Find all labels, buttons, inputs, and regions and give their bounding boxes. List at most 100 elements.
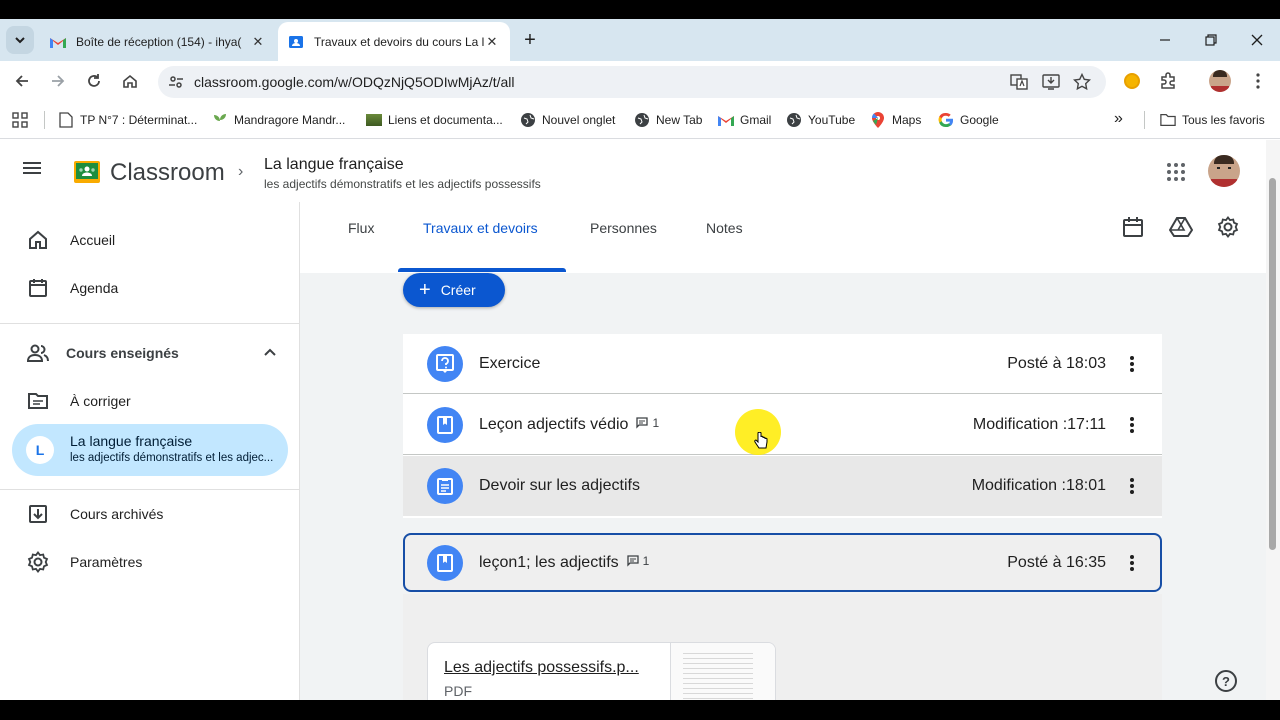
bookmark-item[interactable]: Mandragore Mandr...: [212, 112, 345, 128]
more-bookmarks-button[interactable]: »: [1114, 110, 1123, 128]
more-vert-icon: [1256, 73, 1260, 89]
new-tab-button[interactable]: +: [516, 26, 544, 54]
comment-count: 1: [636, 416, 659, 430]
hamburger-icon: [23, 162, 41, 174]
close-icon[interactable]: ✕: [484, 34, 500, 50]
all-bookmarks-folder[interactable]: Tous les favoris: [1160, 112, 1265, 128]
list-item[interactable]: Leçon adjectifs védio 1 Modification :17:…: [403, 395, 1162, 455]
bookmark-item[interactable]: Google: [938, 112, 999, 128]
gmail-icon: [50, 34, 66, 50]
minimize-icon: [1160, 39, 1170, 41]
maps-icon: [870, 112, 886, 128]
star-icon[interactable]: [1072, 72, 1092, 96]
tab-grades[interactable]: Notes: [706, 220, 743, 236]
bookmark-item[interactable]: YouTube: [786, 112, 855, 128]
item-date: Modification :18:01: [971, 477, 1106, 494]
drive-icon: [1168, 217, 1194, 237]
address-bar[interactable]: classroom.google.com/w/ODQzNjQ5ODIwMjAz/…: [158, 66, 1106, 98]
sidebar-item-course[interactable]: L La langue française les adjectifs démo…: [12, 424, 288, 476]
bookmark-item[interactable]: Nouvel onglet: [520, 112, 615, 128]
sidebar-item-settings[interactable]: Paramètres: [0, 539, 288, 585]
home-icon: [26, 228, 50, 252]
chevron-up-icon: [262, 344, 278, 363]
more-vert-icon[interactable]: [1120, 352, 1144, 376]
course-subtitle: les adjectifs démonstratifs et les adjec…: [264, 177, 541, 191]
classroom-logo[interactable]: [74, 161, 100, 188]
browser-menu-button[interactable]: [1244, 67, 1272, 95]
bookmark-label: Nouvel onglet: [542, 113, 616, 127]
tab-flux[interactable]: Flux: [348, 220, 374, 236]
help-button[interactable]: ?: [1215, 670, 1237, 692]
more-vert-icon[interactable]: [1120, 551, 1144, 575]
attachment-name[interactable]: Les adjectifs possessifs.p...: [444, 659, 639, 677]
sidebar-label: Paramètres: [70, 554, 143, 570]
bookmark-item[interactable]: TP N°7 : Déterminat...: [58, 112, 197, 128]
bookmark-item[interactable]: Liens et documenta...: [366, 112, 503, 128]
tab-classroom[interactable]: Travaux et devoirs du cours La l ✕: [278, 22, 510, 61]
calendar-icon: [26, 276, 50, 300]
tab-classwork[interactable]: Travaux et devoirs: [423, 220, 538, 236]
avatar[interactable]: [1208, 155, 1240, 187]
minimize-button[interactable]: [1142, 19, 1188, 61]
sidebar-course-name: La langue française: [70, 433, 193, 449]
restore-button[interactable]: [1188, 19, 1234, 61]
install-app-icon[interactable]: [1042, 73, 1060, 96]
main-menu-button[interactable]: [22, 160, 50, 184]
bookmark-item[interactable]: New Tab: [634, 112, 702, 128]
coin-icon: [1124, 73, 1140, 89]
profile-avatar[interactable]: [1206, 67, 1234, 95]
course-title[interactable]: La langue française: [264, 156, 404, 174]
app-name[interactable]: Classroom: [110, 159, 225, 187]
browser-toolbar: classroom.google.com/w/ODQzNjQ5ODIwMjAz/…: [0, 61, 1280, 101]
list-item[interactable]: Exercice Posté à 18:03: [403, 334, 1162, 394]
tab-gmail[interactable]: Boîte de réception (154) - ihya( ✕: [40, 22, 276, 61]
apps-grid-icon[interactable]: [12, 112, 28, 131]
sidebar-item-archived[interactable]: Cours archivés: [0, 491, 288, 537]
close-icon[interactable]: ✕: [250, 34, 266, 50]
more-vert-icon[interactable]: [1120, 413, 1144, 437]
sidebar-item-calendar[interactable]: Agenda: [0, 265, 288, 311]
bookmark-label: Tous les favoris: [1182, 113, 1265, 127]
more-vert-icon[interactable]: [1120, 474, 1144, 498]
forward-button[interactable]: [44, 67, 72, 95]
back-button[interactable]: [8, 67, 36, 95]
classroom-icon: [288, 34, 304, 50]
tab-people[interactable]: Personnes: [590, 220, 657, 236]
profile-extension-button[interactable]: [1118, 67, 1146, 95]
attachment-card[interactable]: Les adjectifs possessifs.p... PDF: [427, 642, 776, 700]
puzzle-icon: [1161, 72, 1175, 89]
chevron-down-icon: [15, 37, 25, 44]
sidebar-section-teaching[interactable]: Cours enseignés: [0, 330, 300, 376]
list-item-expanded[interactable]: leçon1; les adjectifs 1 Posté à 16:35: [403, 533, 1162, 592]
tab-title: Boîte de réception (154) - ihya(: [76, 34, 242, 49]
page-scrollbar[interactable]: [1266, 140, 1280, 700]
reload-button[interactable]: [80, 67, 108, 95]
site-info-icon[interactable]: [168, 74, 184, 95]
bookmark-label: Liens et documenta...: [388, 113, 503, 127]
bookmarks-bar: TP N°7 : Déterminat... Mandragore Mandr.…: [0, 101, 1280, 139]
bookmark-label: New Tab: [656, 113, 703, 127]
bookmark-item[interactable]: Maps: [870, 112, 921, 128]
list-item[interactable]: Devoir sur les adjectifs Modification :1…: [403, 456, 1162, 516]
drive-folder-button[interactable]: [1168, 217, 1194, 242]
extensions-button[interactable]: [1154, 67, 1182, 95]
hand-cursor-icon: [754, 431, 768, 455]
home-button[interactable]: [116, 67, 144, 95]
bookmark-label: Maps: [892, 113, 922, 127]
translate-icon[interactable]: [1010, 73, 1028, 96]
comment-count: 1: [626, 554, 649, 568]
sidebar-item-to-review[interactable]: À corriger: [0, 378, 288, 424]
class-settings-button[interactable]: [1217, 216, 1239, 243]
people-icon: [26, 341, 50, 365]
calendar-button[interactable]: [1122, 216, 1144, 243]
sidebar-item-home[interactable]: Accueil: [0, 217, 288, 263]
item-title: leçon1; les adjectifs: [479, 553, 619, 571]
close-window-button[interactable]: [1234, 19, 1280, 61]
google-apps-button[interactable]: [1164, 160, 1188, 189]
material-icon: [427, 406, 463, 443]
create-button[interactable]: + Créer: [403, 273, 505, 307]
bookmark-item[interactable]: Gmail: [718, 112, 771, 128]
scrollbar-thumb[interactable]: [1269, 178, 1276, 550]
bookmark-label: Gmail: [740, 113, 772, 127]
tab-search-button[interactable]: [6, 26, 34, 54]
